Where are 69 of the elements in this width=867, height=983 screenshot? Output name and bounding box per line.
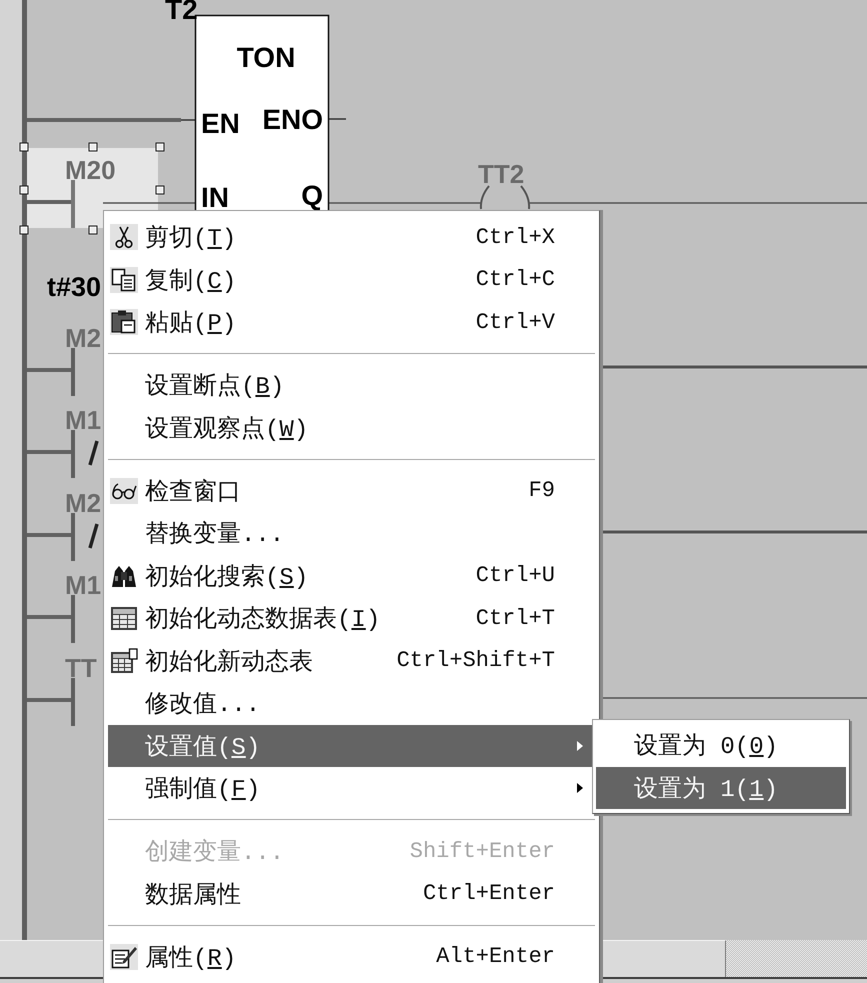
clipboard-icon [110,309,138,336]
document-pen-icon [110,944,138,970]
rung-line [27,200,71,204]
rung-line [27,450,71,454]
rung-line [27,615,71,619]
menu-item[interactable]: 复制(C) Ctrl+C [108,258,595,301]
pin-line [329,118,346,120]
contact-label: TT [65,653,97,683]
contact-symbol [71,595,75,643]
keyboard-shortcut: Ctrl+Shift+T [396,648,555,674]
menu-item[interactable]: 设置为 1(1) [596,766,846,809]
pin-label: ENO [262,104,323,135]
keyboard-shortcut: Ctrl+T [476,606,555,631]
pin-label: IN [201,182,229,213]
menu-item[interactable]: 数据属性 Ctrl+Enter [108,872,595,915]
menu-item[interactable]: 替换变量... [108,512,595,554]
selection-handle[interactable] [156,186,164,194]
menu-item[interactable]: 初始化动态数据表(I) Ctrl+T [108,597,595,640]
contact-label: M20 [65,155,116,185]
contact-symbol [71,678,75,726]
menu-item[interactable]: 初始化搜索(S) Ctrl+U [108,554,595,597]
selection-handle[interactable] [88,226,98,234]
coil-label: TT2 [478,159,524,189]
rung-line [27,368,71,372]
contact-symbol [71,348,75,396]
contact-symbol [71,513,99,561]
menu-item[interactable]: 设置断点(B) [108,364,595,406]
coil-symbol [480,185,530,210]
selection-handle[interactable] [88,142,98,152]
contact-label: M1 [65,570,102,600]
menu-item[interactable]: 设置值(S) [108,724,595,767]
keyboard-shortcut: Ctrl+X [476,224,555,250]
contact-label: M2 [65,488,102,518]
data-table-icon [110,648,138,674]
contact-symbol [71,430,99,478]
glasses-icon [110,478,138,504]
pin-label: EN [201,108,240,139]
menu-item[interactable]: 修改值... [108,682,595,724]
copy-icon [110,266,138,293]
menu-item[interactable]: 强制值(F) [108,767,595,810]
data-table-icon [110,605,138,632]
contact-label: M2 [65,323,102,353]
contact-label: M1 [65,405,102,435]
selection-handle[interactable] [156,142,164,152]
selection-handle[interactable] [20,186,28,194]
timer-type: TON [236,42,296,73]
selection-handle[interactable] [20,226,28,234]
menu-item[interactable]: 初始化新动态表 Ctrl+Shift+T [108,640,595,682]
preset-value: t#30 [47,272,102,302]
menu-item[interactable]: 检查窗口 F9 [108,470,595,512]
pin-line [181,119,195,121]
keyboard-shortcut: Ctrl+U [476,563,555,588]
rung-line [27,533,71,537]
keyboard-shortcut: Shift+Enter [410,838,555,864]
menu-item[interactable]: 剪切(T) Ctrl+X [108,216,595,258]
keyboard-shortcut: Ctrl+Enter [422,881,555,906]
selection-handle[interactable] [20,142,28,152]
keyboard-shortcut: Alt+Enter [436,944,555,970]
menu-item[interactable]: 设置为 0(0) [596,724,846,766]
keyboard-shortcut: Ctrl+V [476,310,555,335]
contact-symbol [71,180,75,228]
scissors-icon [110,224,138,250]
rung-line [27,698,71,702]
keyboard-shortcut: Ctrl+C [476,267,555,292]
menu-item[interactable]: 粘贴(P) Ctrl+V [108,301,595,344]
pin-label: Q [301,180,323,211]
menu-item[interactable]: 属性(R) Alt+Enter [108,936,595,978]
keyboard-shortcut: F9 [528,478,555,504]
menu-item[interactable]: 设置观察点(W) [108,406,595,449]
